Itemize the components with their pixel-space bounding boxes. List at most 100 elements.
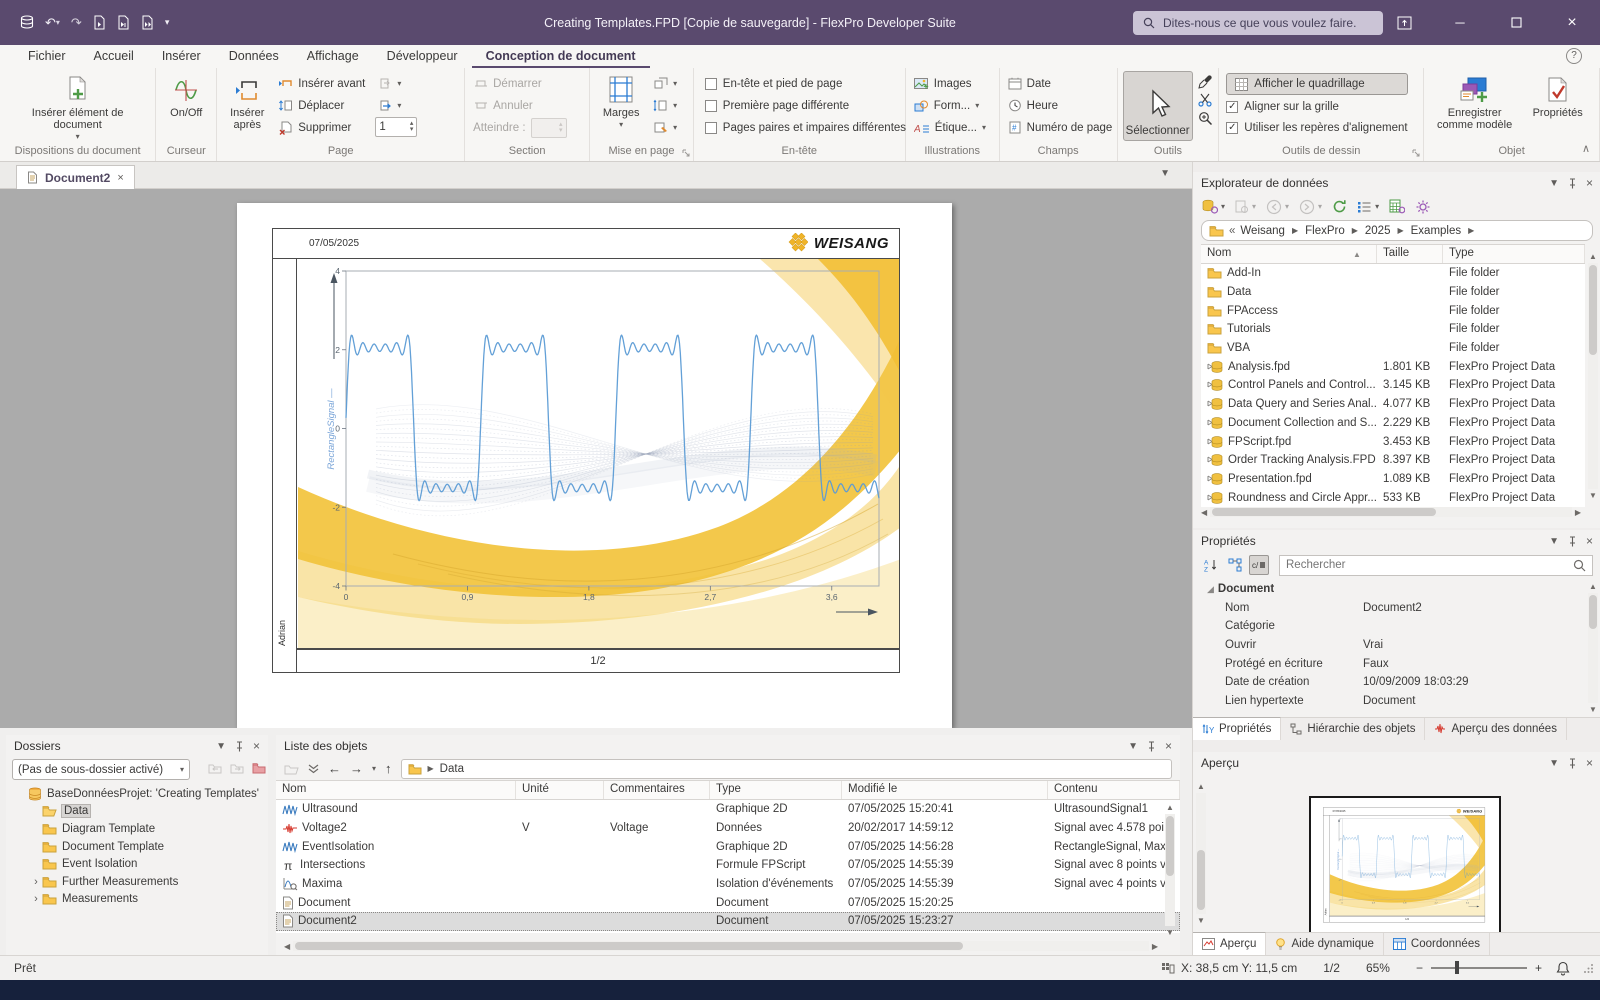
explorer-row[interactable]: VBAFile folder <box>1201 339 1585 358</box>
close-tab-icon[interactable]: × <box>117 172 123 184</box>
object-list-hscrollbar[interactable]: ◀▶ <box>284 940 1158 952</box>
dock-tab-apercu[interactable]: Aperçu <box>1193 932 1266 955</box>
undo-icon[interactable]: ↶▾ <box>45 15 60 31</box>
tab-accueil[interactable]: Accueil <box>80 46 148 68</box>
notifications-bell-icon[interactable] <box>1556 961 1570 976</box>
pin-icon[interactable] <box>1147 741 1156 752</box>
zoom-slider[interactable] <box>1431 967 1527 969</box>
run-section-icon[interactable] <box>117 15 130 30</box>
property-row-nom[interactable]: NomDocument2 <box>1201 599 1585 618</box>
folder-back-icon[interactable] <box>208 762 222 774</box>
pin-icon[interactable] <box>1568 536 1577 547</box>
column-header-commentaires[interactable]: Commentaires <box>604 781 710 799</box>
breadcrumb-item-weisang[interactable]: Weisang <box>1240 225 1285 237</box>
help-icon[interactable]: ? <box>1566 48 1582 64</box>
object-row-eventisolation[interactable]: EventIsolationGraphique 2D07/05/2025 14:… <box>276 837 1180 856</box>
pin-icon[interactable] <box>1568 758 1577 769</box>
explorer-row[interactable]: Document Collection and S...2.229 KBFlex… <box>1201 414 1585 433</box>
object-row-ultrasound[interactable]: UltrasoundGraphique 2D07/05/2025 15:20:4… <box>276 800 1180 819</box>
document-canvas[interactable]: 07/05/2025 WEISANG Adrian 420-2-400,91,8… <box>0 189 1192 728</box>
close-icon[interactable]: × <box>1586 534 1593 548</box>
explorer-row[interactable]: Analysis.fpd1.801 KBFlexPro Project Data <box>1201 357 1585 376</box>
orientation-button[interactable]: ▾ <box>650 73 680 94</box>
run-all-icon[interactable] <box>141 15 154 30</box>
object-row-intersections[interactable]: πIntersectionsFormule FPScript07/05/2025… <box>276 856 1180 875</box>
save-database-icon[interactable] <box>20 15 34 30</box>
document-chart[interactable]: 420-2-400,91,82,73,6RectangleSignal ― <box>298 259 899 648</box>
object-list-column-headers[interactable]: NomUnitéCommentairesTypeModifié leConten… <box>276 780 1180 800</box>
dialog-launcher-icon[interactable] <box>1412 149 1421 158</box>
explorer-row[interactable]: TutorialsFile folder <box>1201 320 1585 339</box>
dock-tab-coordonnees[interactable]: Coordonnées <box>1384 933 1490 955</box>
tree-item-measurements[interactable]: ›Measurements <box>16 891 268 909</box>
chevron-down-icon[interactable]: ▼ <box>1128 741 1138 752</box>
chevron-down-icon[interactable]: ▼ <box>216 741 226 752</box>
size-button[interactable]: ▾ <box>650 95 680 116</box>
properties-search-input[interactable] <box>1286 559 1573 571</box>
explorer-column-headers[interactable]: NomTailleType▲ <box>1201 244 1585 264</box>
object-row-document2[interactable]: Document2Document07/05/2025 15:23:27 <box>276 912 1180 931</box>
tab-inserer[interactable]: Insérer <box>148 46 215 68</box>
tree-item-data[interactable]: Data <box>16 803 268 821</box>
redo-icon[interactable]: ↷ <box>71 15 82 31</box>
header-check-pages-paires-et-impaires-differentes[interactable]: Pages paires et impaires différentes <box>705 117 906 138</box>
tab-affichage[interactable]: Affichage <box>293 46 373 68</box>
tab-list-dropdown-icon[interactable]: ▼ <box>1160 168 1170 179</box>
zoom-in-icon[interactable] <box>1198 111 1213 126</box>
pin-icon[interactable] <box>1568 178 1577 189</box>
dock-tab-hierarchie-des-objets[interactable]: Hiérarchie des objets <box>1281 718 1425 740</box>
section-goto-spinner[interactable]: ▴▾ <box>531 118 567 138</box>
column-header-type[interactable]: Type <box>1443 245 1585 263</box>
close-icon[interactable]: × <box>1586 756 1593 770</box>
header-check-premiere-page-differente[interactable]: Première page différente <box>705 95 906 116</box>
tab-developpeur[interactable]: Développeur <box>373 46 472 68</box>
explorer-hscrollbar[interactable]: ◀▶ <box>1201 506 1581 518</box>
pin-icon[interactable] <box>235 741 244 752</box>
tab-donnees[interactable]: Données <box>215 46 293 68</box>
object-list-vscrollbar[interactable]: ▲▼ <box>1164 803 1176 937</box>
document-tab[interactable]: Document2 × <box>16 165 135 189</box>
preview-page-image[interactable]: 07/05/2025 WEISANG Adrian 420-2-400,91,8… <box>1314 801 1498 936</box>
preview-file-icon[interactable] <box>1235 200 1249 214</box>
dialog-launcher-icon[interactable] <box>682 149 691 158</box>
insert-document-element-button[interactable]: Insérer élément de document ▾ <box>18 71 138 144</box>
tab-fichier[interactable]: Fichier <box>14 46 80 68</box>
column-header-taille[interactable]: Taille <box>1377 245 1443 263</box>
header-check-en-tete-et-pied-de-page[interactable]: En-tête et pied de page <box>705 73 906 94</box>
properties-search[interactable] <box>1279 555 1593 576</box>
column-header-contenu[interactable]: Contenu <box>1048 781 1180 799</box>
insert-page-after-button[interactable]: Insérer après <box>222 71 272 132</box>
explorer-vscrollbar[interactable]: ▲▼ <box>1587 252 1599 500</box>
property-value[interactable]: 10/09/2009 18:03:29 <box>1363 676 1585 688</box>
new-folder-icon[interactable] <box>252 762 266 774</box>
object-list-breadcrumb[interactable]: ▶ Data <box>401 759 1172 779</box>
forward-icon[interactable]: → <box>350 761 363 776</box>
preview-vscrollbar[interactable]: ▲▼ <box>1195 782 1207 925</box>
property-value[interactable]: Vrai <box>1363 639 1585 651</box>
grid-status-icon[interactable] <box>1161 962 1175 975</box>
back-circle-icon[interactable] <box>1266 199 1282 215</box>
dock-tab-proprietes[interactable]: YPropriétés <box>1193 717 1281 740</box>
section-start-button[interactable]: Démarrer <box>470 73 569 94</box>
chart-cell[interactable]: 420-2-400,91,82,73,6RectangleSignal ― <box>298 259 899 648</box>
folder-forward-icon[interactable] <box>230 762 244 774</box>
explorer-row[interactable]: FPAccessFile folder <box>1201 301 1585 320</box>
refresh-icon[interactable] <box>1332 199 1347 214</box>
zoom-slider-thumb[interactable] <box>1455 961 1459 974</box>
object-row-maxima[interactable]: MaximaIsolation d'événements07/05/2025 1… <box>276 875 1180 894</box>
show-grid-toggle[interactable]: Afficher le quadrillage <box>1226 73 1407 95</box>
drawing-check-aligner-sur-la-grille[interactable]: ✓Aligner sur la grille <box>1226 96 1407 117</box>
section-cancel-button[interactable]: Annuler <box>470 95 569 116</box>
property-row-verrouille[interactable]: VerrouilléFaux <box>1201 710 1585 712</box>
explorer-row[interactable]: Order Tracking Analysis.FPD8.397 KBFlexP… <box>1201 451 1585 470</box>
column-header-nom[interactable]: Nom <box>276 781 516 799</box>
close-button[interactable]: × <box>1544 0 1600 45</box>
ribbon-display-options-icon[interactable] <box>1376 0 1432 45</box>
object-row-voltage2[interactable]: Voltage2VVoltageDonnées20/02/2017 14:59:… <box>276 819 1180 838</box>
close-icon[interactable]: × <box>1586 176 1593 190</box>
page-number-spinner[interactable]: 1▴▾ <box>375 117 417 137</box>
margins-button[interactable]: Marges ▾ <box>595 71 647 132</box>
column-header-unite[interactable]: Unité <box>516 781 604 799</box>
explorer-row[interactable]: DataFile folder <box>1201 283 1585 302</box>
collapse-ribbon-icon[interactable]: ∧ <box>1582 142 1590 155</box>
